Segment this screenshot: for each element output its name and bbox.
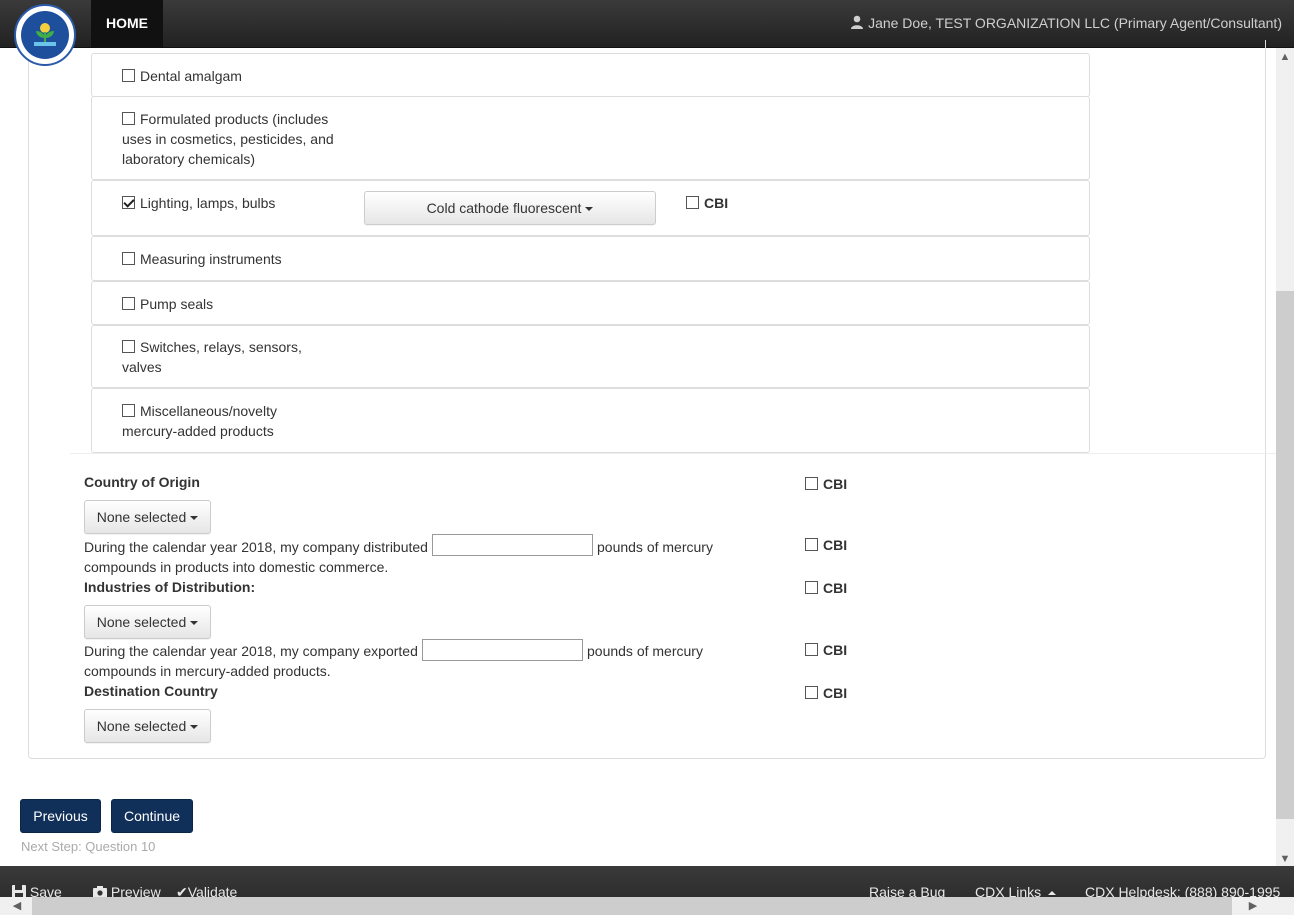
measuring-instruments-checkbox[interactable] xyxy=(122,252,135,265)
exported-text-line2: compounds in mercury-added products. xyxy=(84,663,331,679)
previous-button[interactable]: Previous xyxy=(20,799,101,833)
industries-dropdown[interactable]: None selected xyxy=(84,605,211,639)
item-label: Measuring instruments xyxy=(140,251,282,267)
pump-seals-checkbox[interactable] xyxy=(122,297,135,310)
scrollbar-thumb[interactable] xyxy=(1276,291,1294,819)
cbi-label: CBI xyxy=(823,685,848,701)
country-of-origin-label: Country of Origin xyxy=(84,474,200,490)
scroll-left-arrow-icon[interactable]: ◀ xyxy=(8,897,26,915)
miscellaneous-checkbox[interactable] xyxy=(122,404,135,417)
dropdown-value: None selected xyxy=(96,614,187,630)
horizontal-scrollbar[interactable]: ◀ ▶ xyxy=(0,897,1294,915)
caret-down-icon xyxy=(190,516,199,521)
lighting-cbi-checkbox[interactable] xyxy=(686,196,699,209)
distributed-text-after: pounds of mercury xyxy=(597,539,713,555)
dropdown-value: None selected xyxy=(96,509,187,525)
continue-button[interactable]: Continue xyxy=(111,799,193,833)
exported-text-after: pounds of mercury xyxy=(587,643,703,659)
distributed-text-line2: compounds in products into domestic comm… xyxy=(84,559,389,575)
cbi-label: CBI xyxy=(823,580,848,596)
item-label: Pump seals xyxy=(140,296,214,312)
distributed-pounds-input[interactable] xyxy=(432,534,593,556)
item-label-line2: uses in cosmetics, pesticides, and xyxy=(122,131,334,147)
vertical-scrollbar[interactable]: ▲ ▼ xyxy=(1276,48,1294,868)
lighting-checkbox[interactable] xyxy=(122,196,135,209)
list-item-measuring-instruments: Measuring instruments xyxy=(91,236,1090,281)
epa-seal-logo[interactable] xyxy=(14,4,76,66)
list-item-switches: Switches, relays, sensors, valves xyxy=(91,325,1090,388)
exported-pounds-input[interactable] xyxy=(422,639,583,661)
user-name-text: Jane Doe, TEST ORGANIZATION LLC (Primary… xyxy=(868,15,1282,31)
caret-down-icon xyxy=(585,207,594,212)
exported-cbi-checkbox[interactable] xyxy=(805,643,818,656)
scroll-up-arrow-icon[interactable]: ▲ xyxy=(1276,48,1294,66)
next-step-text: Next Step: Question 10 xyxy=(21,839,156,854)
item-label: Lighting, lamps, bulbs xyxy=(140,195,276,211)
caret-down-icon xyxy=(190,621,199,626)
item-label-line1: Switches, relays, sensors, xyxy=(140,339,302,355)
distributed-cbi-checkbox[interactable] xyxy=(805,538,818,551)
cbi-label: CBI xyxy=(823,642,848,658)
destination-country-label: Destination Country xyxy=(84,683,218,699)
formulated-products-checkbox[interactable] xyxy=(122,112,135,125)
country-of-origin-cbi-checkbox[interactable] xyxy=(805,477,818,490)
item-label-line3: laboratory chemicals) xyxy=(122,151,256,167)
dropdown-value: Cold cathode fluorescent xyxy=(426,200,582,216)
panel-divider xyxy=(70,453,1276,454)
lighting-type-dropdown[interactable]: Cold cathode fluorescent xyxy=(364,191,656,225)
industries-label: Industries of Distribution: xyxy=(84,579,256,595)
item-label-line2: valves xyxy=(122,359,162,375)
list-item-dental-amalgam: Dental amalgam xyxy=(91,53,1090,97)
list-item-miscellaneous: Miscellaneous/novelty mercury-added prod… xyxy=(91,388,1090,453)
list-item-lighting: Lighting, lamps, bulbs Cold cathode fluo… xyxy=(91,180,1090,236)
exported-text-before: During the calendar year 2018, my compan… xyxy=(84,643,418,659)
destination-country-dropdown[interactable]: None selected xyxy=(84,709,211,743)
dropdown-value: None selected xyxy=(96,718,187,734)
list-item-formulated-products: Formulated products (includes uses in co… xyxy=(91,96,1090,180)
plant-icon xyxy=(34,23,56,46)
country-of-origin-dropdown[interactable]: None selected xyxy=(84,500,211,534)
item-label-line2: mercury-added products xyxy=(122,423,274,439)
caret-up-icon xyxy=(1048,891,1057,896)
destination-cbi-checkbox[interactable] xyxy=(805,686,818,699)
item-label-line1: Miscellaneous/novelty xyxy=(140,403,277,419)
logo-inner xyxy=(21,11,69,59)
cbi-label: CBI xyxy=(704,195,729,211)
scrollbar-thumb[interactable] xyxy=(32,897,1232,915)
list-item-pump-seals: Pump seals xyxy=(91,281,1090,325)
item-label: Dental amalgam xyxy=(140,68,242,84)
switches-checkbox[interactable] xyxy=(122,340,135,353)
item-label-line1: Formulated products (includes xyxy=(140,111,329,127)
cbi-label: CBI xyxy=(823,476,848,492)
distributed-text-before: During the calendar year 2018, my compan… xyxy=(84,539,428,555)
scroll-right-arrow-icon[interactable]: ▶ xyxy=(1244,897,1262,915)
cbi-label: CBI xyxy=(823,537,848,553)
caret-down-icon xyxy=(190,725,199,730)
dental-amalgam-checkbox[interactable] xyxy=(122,69,135,82)
industries-cbi-checkbox[interactable] xyxy=(805,581,818,594)
